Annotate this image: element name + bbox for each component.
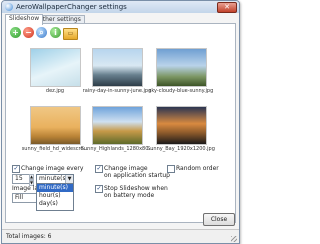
thumbnail-image: [156, 48, 207, 87]
options-area: ✓ Change image every 15 ▲ ▼ minute(s) ▼ …: [9, 164, 234, 219]
thumbnail-grid: dez.jpg rainy-day-in-sunny-june.jpg sky-…: [6, 24, 235, 154]
total-images-status: Total images: 6: [6, 233, 52, 240]
thumbnail-caption: Sunny_Bay_1920x1200.jpg: [147, 146, 215, 152]
change-every-label: Change image every: [21, 165, 84, 172]
thumbnail-caption: sky-cloudy-blue-sunny.jpg: [148, 88, 214, 94]
slideshow-panel: + − ⌕ i ▭ dez.jpg rainy-day-in-sunny-jun…: [5, 23, 236, 223]
thumbnail-item[interactable]: Sunny_Bay_1920x1200.jpg: [147, 106, 215, 152]
image-layout-select[interactable]: Fill: [12, 193, 38, 203]
dropdown-option-minutes[interactable]: minute(s): [37, 184, 73, 192]
title-bar: AeroWallpaperChanger settings ✕: [2, 1, 239, 13]
random-order-label: Random order: [176, 165, 219, 172]
stop-battery-checkbox[interactable]: ✓: [95, 185, 103, 193]
stop-battery-label: Stop Slideshow when: [104, 185, 168, 192]
interval-unit-value: minute(s): [39, 175, 68, 182]
thumbnail-item[interactable]: dez.jpg: [30, 48, 81, 94]
resize-grip-icon[interactable]: [231, 236, 237, 242]
stop-battery-label-line2: on battery mode: [104, 192, 155, 199]
tab-slideshow[interactable]: Slideshow: [5, 14, 44, 25]
thumbnail-item[interactable]: sky-cloudy-blue-sunny.jpg: [149, 48, 213, 94]
thumbnail-caption: Sunny_Highlands_1280x80...: [80, 146, 154, 152]
app-icon: [5, 3, 13, 11]
change-startup-checkbox[interactable]: ✓: [95, 165, 103, 173]
chevron-down-icon[interactable]: ▼: [65, 175, 73, 183]
thumbnail-image: [156, 106, 207, 145]
close-button[interactable]: Close: [203, 213, 235, 226]
change-every-checkbox[interactable]: ✓: [12, 165, 20, 173]
interval-spinner[interactable]: ▲ ▼: [29, 174, 34, 186]
dropdown-option-days[interactable]: day(s): [37, 200, 73, 208]
status-bar: Total images: 6: [2, 229, 239, 243]
thumbnail-image: [30, 106, 81, 145]
window-close-button[interactable]: ✕: [217, 2, 237, 13]
change-startup-label: Change image: [104, 165, 148, 172]
interval-unit-dropdown: minute(s) hour(s) day(s): [36, 183, 74, 211]
thumbnail-item[interactable]: rainy-day-in-sunny-june.jpg: [83, 48, 151, 94]
thumbnail-image: [92, 106, 143, 145]
change-startup-label-line2: on application startup: [104, 172, 170, 179]
thumbnail-caption: rainy-day-in-sunny-june.jpg: [82, 88, 152, 94]
random-order-checkbox[interactable]: [167, 165, 175, 173]
settings-window: AeroWallpaperChanger settings ✕ Slidesho…: [1, 0, 240, 244]
dropdown-option-hours[interactable]: hour(s): [37, 192, 73, 200]
thumbnail-item[interactable]: Sunny_Highlands_1280x80...: [81, 106, 153, 152]
thumbnail-image: [30, 48, 81, 87]
thumbnail-image: [92, 48, 143, 87]
thumbnail-item[interactable]: sunny_field_hd_widescre...: [22, 106, 88, 152]
window-title: AeroWallpaperChanger settings: [16, 3, 127, 11]
